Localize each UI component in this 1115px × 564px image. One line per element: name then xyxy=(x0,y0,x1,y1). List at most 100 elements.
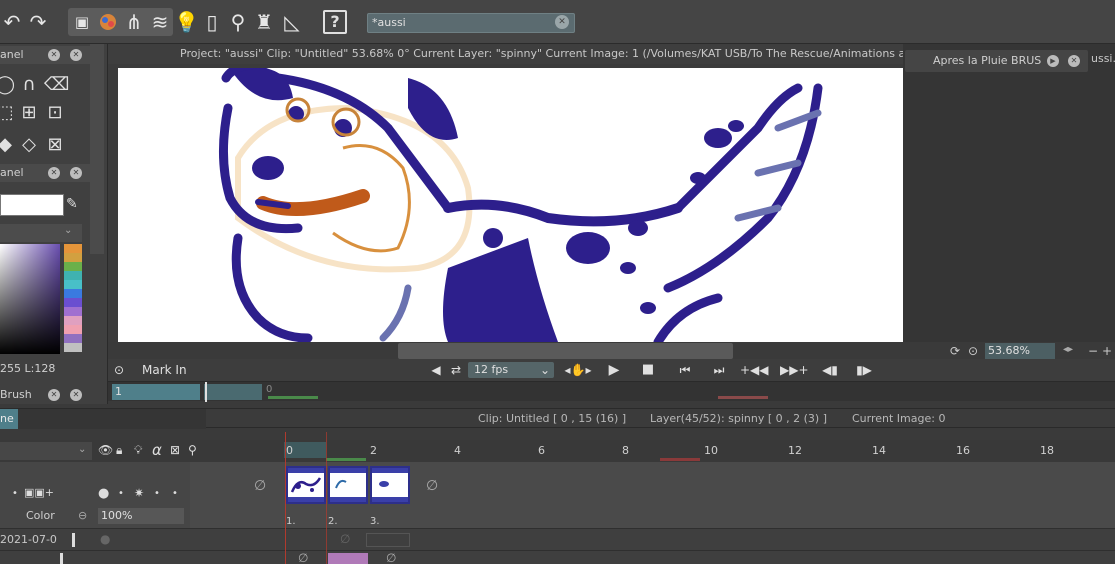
pen-tool-icon[interactable]: ◇ xyxy=(18,134,40,156)
light-table-icon[interactable]: ✷ xyxy=(134,486,144,500)
chevron-down-icon[interactable]: ⌄ xyxy=(538,362,552,378)
eraser-tool-icon[interactable]: ⌫ xyxy=(44,74,69,96)
layer-row[interactable]: 2021-07-0 ● ∅ xyxy=(0,528,1115,550)
close-icon[interactable]: ✕ xyxy=(48,389,60,401)
visibility-dot-icon[interactable]: ● xyxy=(100,532,110,546)
layer-slider-handle[interactable] xyxy=(72,533,75,547)
layer-toggle-dot[interactable]: • xyxy=(172,488,178,499)
transform-tool-icon[interactable]: ⊞ xyxy=(18,102,40,124)
close-icon[interactable]: ✕ xyxy=(1068,55,1080,67)
ruler-icon[interactable]: ◺ xyxy=(280,9,304,35)
layer-toggle-dot[interactable]: • xyxy=(154,488,160,499)
play-icon[interactable]: ▶ xyxy=(606,362,622,378)
zoom-out-icon[interactable]: − xyxy=(1088,344,1098,358)
prev-key-icon[interactable]: +◀◀ xyxy=(740,362,769,378)
brush-tools-icon[interactable]: ⋔ xyxy=(122,9,146,35)
empty-cel-icon[interactable]: ∅ xyxy=(254,478,266,494)
search-icon[interactable]: ⚲ xyxy=(188,443,197,457)
layer-toggle-dot[interactable]: • xyxy=(12,488,18,499)
select-frame-icon[interactable]: ⊠ xyxy=(170,443,180,457)
remote-icon[interactable]: ▯ xyxy=(200,9,224,35)
current-color-swatch[interactable] xyxy=(0,194,64,216)
help-button[interactable]: ? xyxy=(323,10,347,34)
lightbulb-icon[interactable]: 💡 xyxy=(174,9,199,35)
close-icon[interactable]: ✕ xyxy=(70,167,82,179)
empty-cel-icon[interactable]: ∅ xyxy=(298,551,308,564)
eyedropper-icon[interactable]: ✎ xyxy=(66,196,78,212)
close-icon[interactable]: ✕ xyxy=(48,167,60,179)
ruler-tick: 2 xyxy=(370,444,377,457)
zoom-level-field[interactable]: 53.68% xyxy=(985,343,1055,359)
alpha-icon[interactable]: α xyxy=(152,441,162,459)
layer-name[interactable]: 2021-07-0 xyxy=(0,533,57,546)
toolbox-icon[interactable]: ▣ xyxy=(70,9,94,35)
brush-palette-tab[interactable]: Apres la Pluie BRUS xyxy=(905,50,1088,72)
lock-icon[interactable]: 🔒︎ xyxy=(116,443,122,458)
canvas-horizontal-scrollbar[interactable] xyxy=(398,343,733,359)
zoom-in-icon[interactable]: + xyxy=(1102,344,1112,358)
color-wheel-icon[interactable] xyxy=(96,9,120,35)
play-icon[interactable]: ▶ xyxy=(1047,55,1059,67)
reset-view-icon[interactable]: ⊙ xyxy=(968,344,978,358)
close-icon[interactable]: ✕ xyxy=(70,49,82,61)
cel-frame[interactable] xyxy=(286,466,326,504)
fill-tool-icon[interactable]: ◆ xyxy=(0,134,16,156)
empty-cel-icon[interactable]: ∅ xyxy=(426,478,438,494)
swatch-strip[interactable] xyxy=(64,244,82,354)
chevron-down-icon[interactable]: ⌄ xyxy=(78,444,86,455)
layer-slider-handle[interactable] xyxy=(60,553,63,564)
mark-in-label[interactable]: Mark In xyxy=(142,362,202,378)
close-icon[interactable]: ✕ xyxy=(48,49,60,61)
timeline-playhead[interactable] xyxy=(285,432,286,564)
mini-timeline-playhead[interactable] xyxy=(205,382,207,402)
ellipse-tool-icon[interactable]: ◯ xyxy=(0,74,16,96)
ghost-cel[interactable] xyxy=(366,533,410,547)
pink-cel[interactable] xyxy=(328,553,368,564)
left-panel-scrollbar[interactable] xyxy=(90,44,104,254)
sound-icon[interactable]: ◀︎ xyxy=(428,362,444,378)
empty-cel-icon[interactable]: ∅ xyxy=(386,551,396,564)
layer-track[interactable]: ∅ ∅ 1. 2. 3. xyxy=(190,462,1115,528)
next-frame-icon[interactable]: ▮▶ xyxy=(854,362,874,378)
last-frame-icon[interactable]: ⏭ xyxy=(708,362,730,378)
lightbulb-icon[interactable]: 💡︎ xyxy=(134,443,142,458)
empty-cel-icon[interactable]: ∅ xyxy=(340,532,350,546)
cel-frame[interactable] xyxy=(370,466,410,504)
clear-search-icon[interactable]: ✕ xyxy=(555,15,569,29)
visibility-eye-icon[interactable]: 👁︎ xyxy=(98,443,113,457)
timeline-tab[interactable]: ne xyxy=(0,409,18,429)
search-input[interactable]: *aussi xyxy=(367,13,575,33)
first-frame-icon[interactable]: ⏮ xyxy=(674,362,696,378)
layer-type-icon[interactable]: ▣▣+ xyxy=(24,486,54,499)
redo-icon[interactable]: ↷ xyxy=(26,9,50,35)
marquee-tool-icon[interactable]: ⊠ xyxy=(44,134,66,156)
loop-icon[interactable]: ⇄ xyxy=(448,362,464,378)
layer-row[interactable]: ∅ ∅ xyxy=(0,550,1115,564)
stop-icon[interactable]: ■ xyxy=(640,362,656,378)
layer-blend-mode[interactable]: Color xyxy=(26,509,55,522)
layers-icon[interactable]: ≋ xyxy=(148,9,172,35)
search-tool-icon[interactable]: ⚲ xyxy=(226,9,250,35)
blend-mode-icon[interactable]: ⊖ xyxy=(78,509,87,522)
curve-tool-icon[interactable]: ∩ xyxy=(18,74,40,96)
layer-toggle-dot[interactable]: • xyxy=(118,488,124,499)
cel-frame[interactable] xyxy=(328,466,368,504)
undo-icon[interactable]: ↶ xyxy=(0,9,24,35)
mini-timeline[interactable]: 1 0 xyxy=(108,381,1115,402)
settings-circle-icon[interactable]: ⊙ xyxy=(112,362,126,378)
visibility-dot-icon[interactable]: ● xyxy=(98,486,109,501)
select-tool-icon[interactable]: ⬚ xyxy=(0,102,16,124)
zoom-slider-icon[interactable]: ◂▸ xyxy=(1063,344,1073,355)
drawing-canvas[interactable] xyxy=(118,68,926,342)
brush-panel-header: Brush ✕ ✕ xyxy=(0,386,96,404)
layer-opacity-field[interactable]: 100% xyxy=(98,508,184,524)
camera-tool-icon[interactable]: ⊡ xyxy=(44,102,66,124)
rotate-view-icon[interactable]: ⟳ xyxy=(950,344,960,358)
brush-pot-icon[interactable]: ♜ xyxy=(252,9,276,35)
color-picker-square[interactable] xyxy=(0,244,60,354)
chevron-down-icon[interactable]: ⌄ xyxy=(64,225,72,236)
close-icon[interactable]: ✕ xyxy=(70,389,82,401)
prev-frame-icon[interactable]: ◀▮ xyxy=(820,362,840,378)
scrub-hand-icon[interactable]: ◂✋▸ xyxy=(563,362,593,378)
next-key-icon[interactable]: ▶▶+ xyxy=(780,362,809,378)
